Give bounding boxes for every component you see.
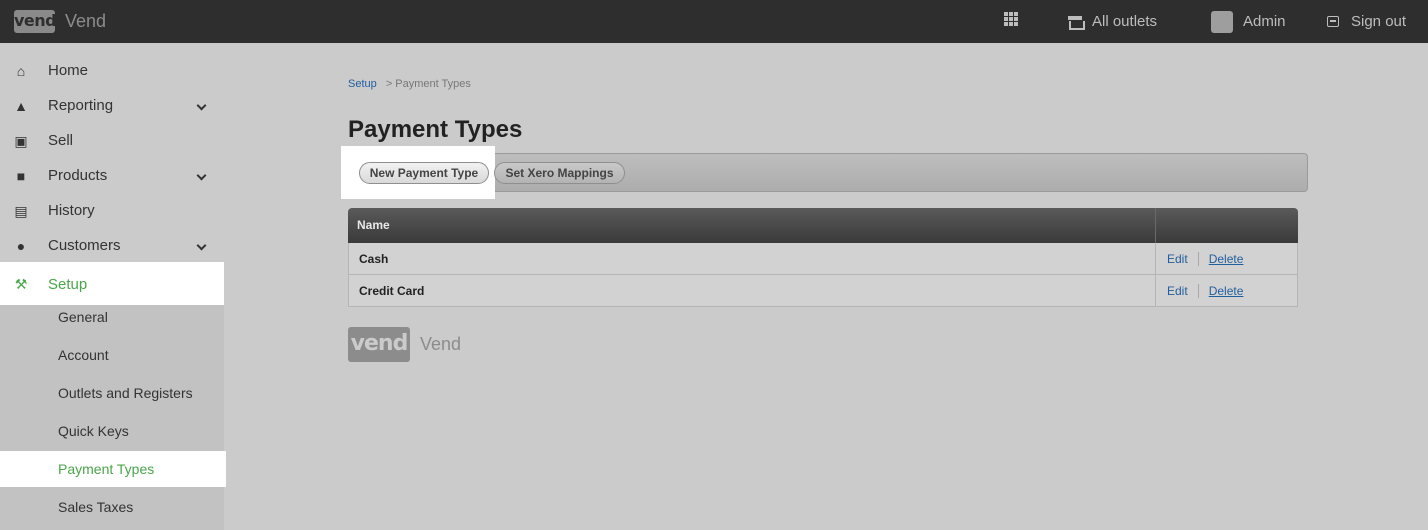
setup-submenu: General Account Outlets and Registers Qu… (0, 305, 226, 530)
new-payment-type-button[interactable]: New Payment Type (359, 162, 489, 184)
user-name: Admin (1243, 13, 1286, 30)
sidebar-item-label: Products (48, 167, 108, 184)
outlet-selector[interactable]: All outlets (1068, 0, 1157, 43)
sidebar-item-sell[interactable]: ▣ Sell (0, 123, 224, 158)
cart-icon: ▣ (14, 132, 28, 149)
sidebar-item-customers[interactable]: ● Customers (0, 228, 224, 263)
footer-vend-logo: vend (348, 327, 410, 362)
sidebar-subitem-label: Sales Taxes (58, 499, 134, 515)
row-actions: Edit Delete (1167, 252, 1243, 266)
sidebar-item-label: History (48, 202, 95, 219)
chevron-down-icon (196, 240, 207, 251)
history-icon: ▤ (14, 202, 28, 219)
chevron-down-icon (196, 170, 207, 181)
user-menu[interactable]: Admin (1211, 0, 1286, 43)
sidebar-subitem-label: Quick Keys (58, 423, 129, 439)
breadcrumb-current: > Payment Types (385, 78, 471, 90)
home-icon: ⌂ (16, 62, 26, 79)
sign-out-label: Sign out (1351, 13, 1407, 30)
action-separator (1197, 284, 1199, 298)
sidebar-item-products[interactable]: ■ Products (0, 158, 224, 193)
wrench-icon: ⚒ (14, 276, 28, 292)
vend-logo[interactable]: vend (14, 10, 57, 33)
footer-app-name: Vend (420, 334, 462, 354)
apps-grid-icon[interactable] (1004, 12, 1018, 26)
sidebar-item-label: Sell (48, 132, 74, 149)
table-row: Credit Card Edit Delete (348, 275, 1298, 307)
edit-link[interactable]: Edit (1167, 252, 1188, 266)
payment-type-name: Cash (359, 252, 389, 266)
sidebar-subitem-quick-keys[interactable]: Quick Keys (0, 412, 224, 450)
sidebar-subitem-label: Account (58, 347, 109, 363)
sidebar-item-label: Reporting (48, 97, 114, 114)
sidebar-item-home[interactable]: ⌂ Home (0, 53, 224, 88)
sidebar-subitem-general[interactable]: General (0, 298, 224, 336)
box-icon: ■ (16, 167, 26, 184)
action-separator (1197, 252, 1199, 266)
sign-out-icon (1327, 16, 1339, 27)
page-title: Payment Types (348, 116, 523, 143)
sidebar-item-history[interactable]: ▤ History (0, 193, 224, 228)
sidebar-item-label: Setup (48, 275, 88, 293)
sidebar-item-reporting[interactable]: ▲ Reporting (0, 88, 224, 123)
sidebar-subitem-account[interactable]: Account (0, 336, 224, 374)
sidebar-subitem-outlets-registers[interactable]: Outlets and Registers (0, 374, 224, 412)
avatar (1211, 10, 1233, 33)
sidebar-subitem-payment-types[interactable]: Payment Types (0, 451, 226, 487)
breadcrumb: Setup > Payment Types (348, 78, 471, 90)
row-actions: Edit Delete (1167, 284, 1243, 298)
sign-out-link[interactable]: Sign out (1327, 0, 1406, 43)
sidebar-subitem-label: Payment Types (58, 461, 155, 477)
store-icon (1068, 15, 1085, 30)
edit-link[interactable]: Edit (1167, 284, 1188, 298)
set-xero-mappings-button[interactable]: Set Xero Mappings (494, 162, 625, 184)
delete-link[interactable]: Delete (1209, 284, 1244, 298)
chevron-down-icon (196, 100, 207, 111)
payment-types-table: Name Cash Edit Delete Credit Card Edit D… (348, 208, 1298, 307)
top-navigation-bar: vend Vend All outlets Admin Sign out (0, 0, 1428, 43)
breadcrumb-setup-link[interactable]: Setup (348, 78, 377, 90)
sidebar-subitem-label: General (58, 309, 108, 325)
cell-divider (1155, 275, 1156, 306)
sidebar-item-label: Customers (48, 237, 121, 254)
column-header-name[interactable]: Name (357, 218, 390, 232)
payment-type-name: Credit Card (359, 284, 425, 298)
sidebar-subitem-sales-taxes[interactable]: Sales Taxes (0, 488, 224, 526)
outlet-selector-label: All outlets (1092, 13, 1158, 30)
table-header: Name (348, 208, 1298, 243)
cell-divider (1155, 243, 1156, 274)
sidebar: ⌂ Home ▲ Reporting ▣ Sell ■ Products ▤ H… (0, 43, 226, 530)
header-divider (1155, 208, 1156, 243)
sidebar-item-label: Home (48, 62, 89, 79)
chart-icon: ▲ (14, 97, 28, 114)
sidebar-subitem-label: Outlets and Registers (58, 385, 193, 401)
delete-link[interactable]: Delete (1209, 252, 1244, 266)
customers-icon: ● (16, 237, 26, 254)
app-name: Vend (65, 11, 107, 31)
table-row: Cash Edit Delete (348, 243, 1298, 275)
